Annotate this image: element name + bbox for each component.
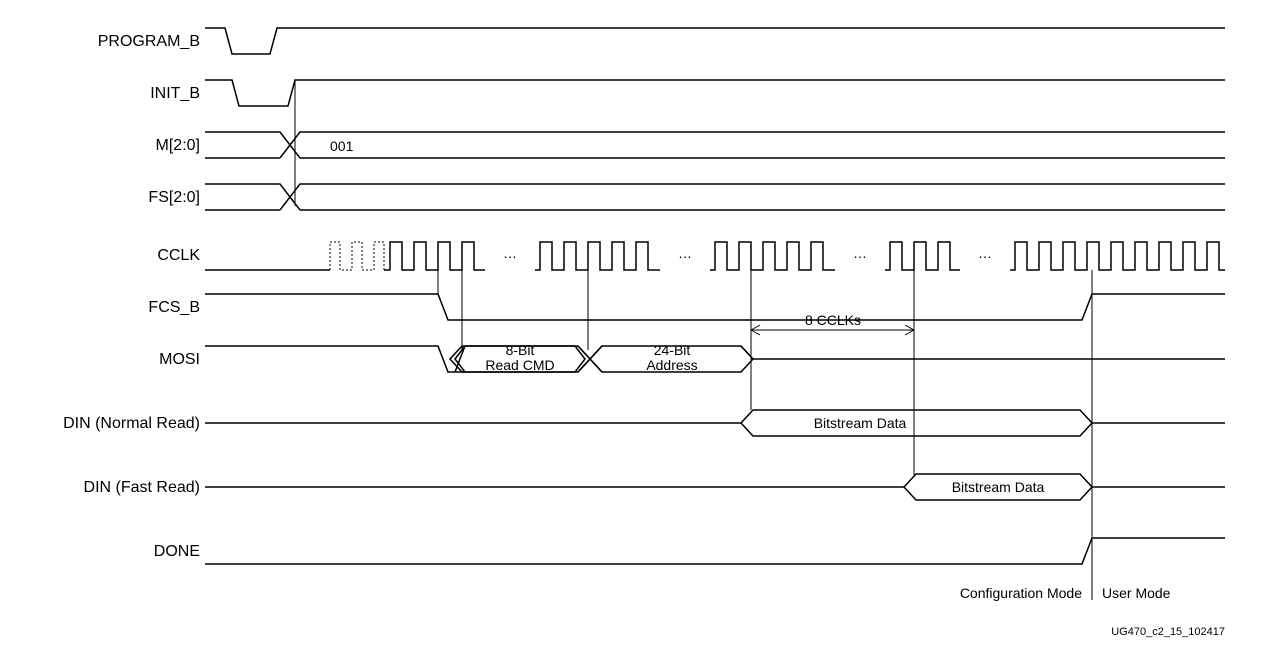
row-fcs-b: FCS_B xyxy=(148,294,1225,320)
row-done: DONE xyxy=(154,538,1225,564)
cclk-burst-3 xyxy=(710,242,835,270)
row-init-b: INIT_B xyxy=(150,80,1225,106)
wave-m-top xyxy=(205,132,1225,158)
label-init-b: INIT_B xyxy=(150,85,200,102)
cclk-burst-5 xyxy=(1010,242,1225,270)
figure-id: UG470_c2_15_102417 xyxy=(1111,626,1225,638)
label-din-normal: DIN (Normal Read) xyxy=(63,415,200,432)
mode-labels: Configuration Mode User Mode xyxy=(960,580,1171,601)
cclk-burst-1 xyxy=(384,242,485,270)
label-fs: FS[2:0] xyxy=(148,189,200,206)
cclk-burst-4 xyxy=(885,242,960,270)
dim-8cclks: 8 CCLKs xyxy=(751,312,914,335)
timing-diagram: PROGRAM_B INIT_B M[2:0] 001 FS[2:0] CCLK… xyxy=(0,0,1261,660)
label-fcs-b: FCS_B xyxy=(148,299,200,316)
label-user-mode: User Mode xyxy=(1102,585,1171,601)
wave-program-b xyxy=(205,28,1225,54)
readcmd-l2: Read CMD xyxy=(485,357,554,373)
label-config-mode: Configuration Mode xyxy=(960,585,1082,601)
wave-mosi-lead xyxy=(205,346,455,372)
din-fast-data: Bitstream Data xyxy=(952,479,1045,495)
row-cclk: CCLK … … … … xyxy=(157,242,1225,270)
din-normal-data: Bitstream Data xyxy=(814,415,907,431)
label-din-fast: DIN (Fast Read) xyxy=(84,479,200,496)
ellipsis-2: … xyxy=(678,245,692,261)
row-din-normal: DIN (Normal Read) Bitstream Data xyxy=(63,410,1225,436)
ellipsis-1: … xyxy=(503,245,517,261)
readcmd-l1: 8-Bit xyxy=(506,342,535,358)
label-8cclks: 8 CCLKs xyxy=(805,312,861,328)
row-program-b: PROGRAM_B xyxy=(98,28,1225,54)
cclk-burst-2 xyxy=(535,242,660,270)
wave-fcs-b xyxy=(205,294,1225,320)
label-mosi: MOSI xyxy=(159,351,200,368)
label-cclk: CCLK xyxy=(157,247,200,264)
ellipsis-3: … xyxy=(853,245,867,261)
label-m: M[2:0] xyxy=(156,137,200,154)
wave-done xyxy=(205,538,1225,564)
ellipsis-4: … xyxy=(978,245,992,261)
row-m: M[2:0] 001 xyxy=(156,132,1225,158)
wave-fs-top xyxy=(205,184,1225,210)
label-done: DONE xyxy=(154,543,200,560)
cclk-dotted-burst xyxy=(330,242,384,270)
row-mosi: MOSI 8-Bit Read CMD 24-Bit Address xyxy=(159,342,1225,373)
label-program-b: PROGRAM_B xyxy=(98,33,200,50)
row-din-fast: DIN (Fast Read) Bitstream Data xyxy=(84,474,1225,500)
value-m: 001 xyxy=(330,138,354,154)
addr-l2: Address xyxy=(646,357,697,373)
addr-l1: 24-Bit xyxy=(654,342,691,358)
row-fs: FS[2:0] xyxy=(148,184,1225,210)
wave-init-b xyxy=(205,80,1225,106)
